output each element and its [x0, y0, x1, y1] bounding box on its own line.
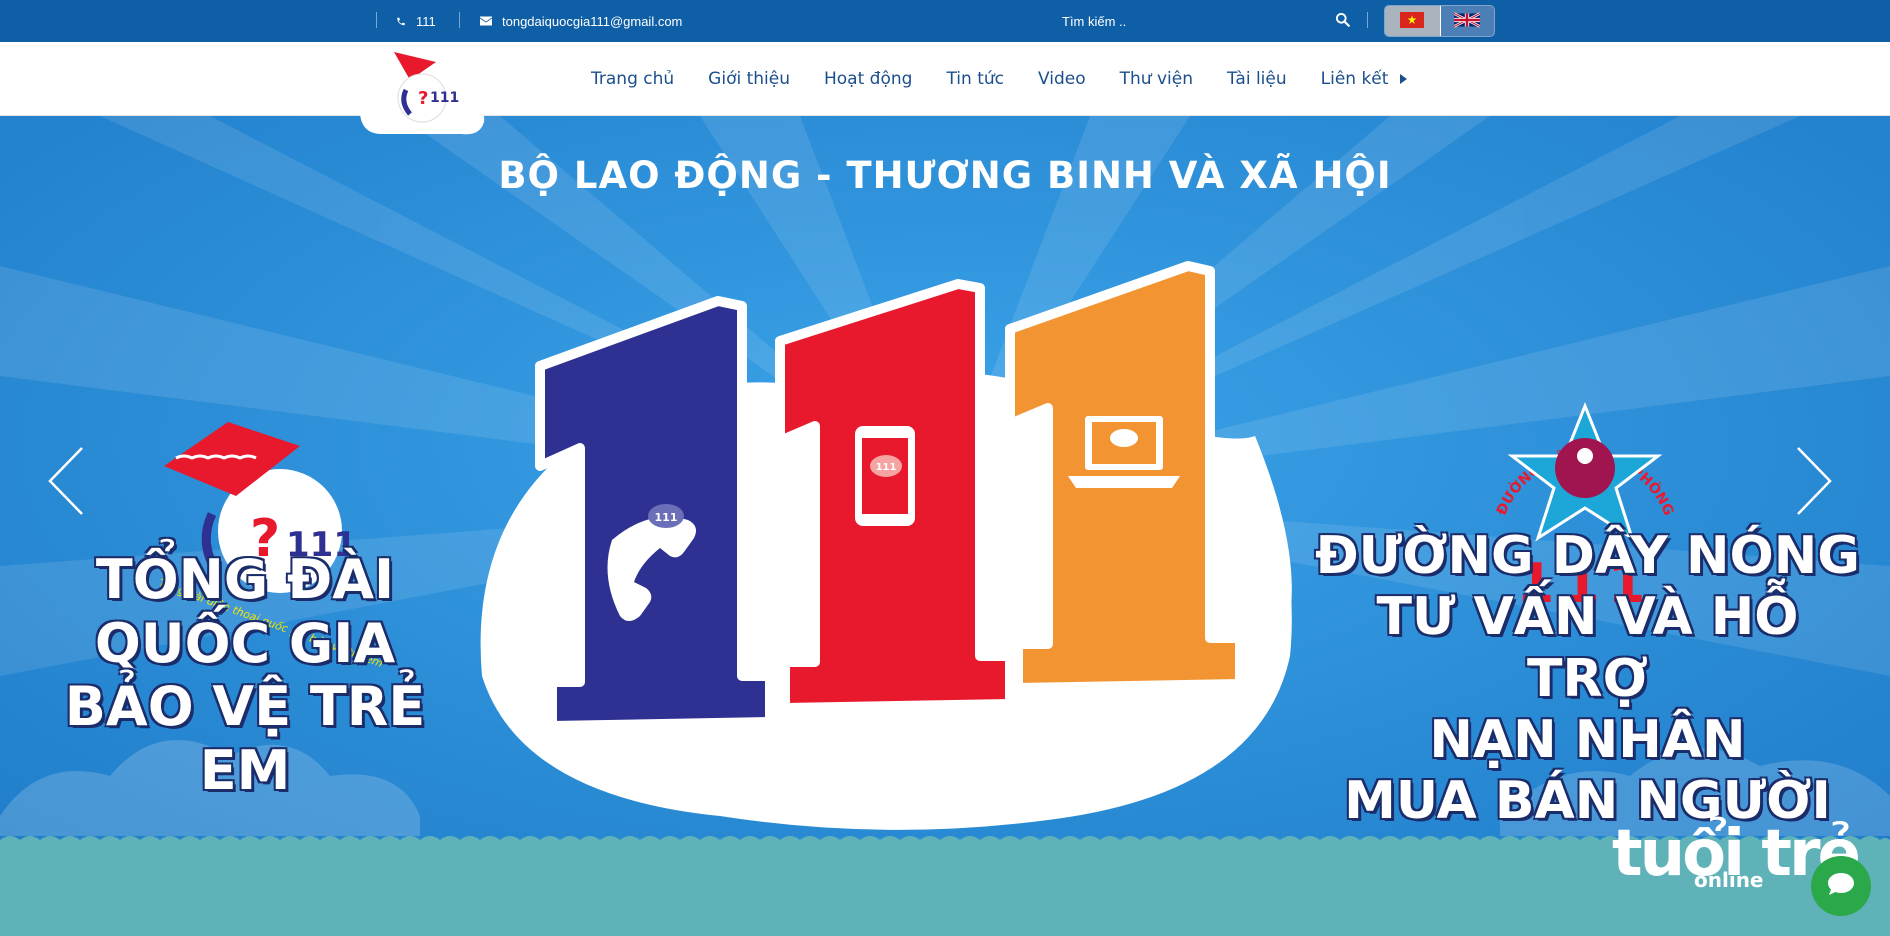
- watermark-subtext: online: [1694, 868, 1764, 892]
- site-logo[interactable]: ? 111: [352, 42, 492, 138]
- phone-icon: [396, 16, 406, 27]
- smartphone-icon: 111: [855, 426, 915, 526]
- svg-text:111: 111: [430, 90, 459, 106]
- nav-item-about[interactable]: Giới thiệu: [708, 69, 790, 89]
- svg-text:111: 111: [655, 511, 678, 524]
- right-slogan-line: NẠN NHÂN: [1429, 710, 1746, 771]
- left-slogan: TỔNG ĐÀI QUỐC GIA BẢO VỆ TRẺ EM: [30, 548, 460, 803]
- phone-contact[interactable]: 111: [396, 0, 436, 42]
- right-slogan-line: TƯ VẤN VÀ HỖ TRỢ: [1376, 587, 1799, 709]
- nav-item-activities[interactable]: Hoạt động: [824, 69, 912, 89]
- topbar-divider: [1367, 12, 1368, 28]
- search-input[interactable]: [1052, 8, 1322, 34]
- ministry-title: BỘ LAO ĐỘNG - THƯƠNG BINH VÀ XÃ HỘI: [498, 154, 1392, 197]
- top-bar: 111 tongdaiquocgia111@gmail.com: [0, 0, 1890, 42]
- left-slogan-line: BẢO VỆ TRẺ EM: [64, 675, 426, 803]
- nav-item-links-label: Liên kết: [1320, 69, 1389, 89]
- search-button[interactable]: [1330, 9, 1354, 33]
- uk-flag-icon: [1453, 11, 1481, 31]
- chat-button[interactable]: [1811, 856, 1871, 916]
- right-slogan: ĐƯỜNG DÂY NÓNG TƯ VẤN VÀ HỖ TRỢ NẠN NHÂN…: [1310, 526, 1865, 833]
- chevron-left-icon: [46, 447, 86, 520]
- envelope-icon: [480, 16, 492, 26]
- nav-item-library[interactable]: Thư viện: [1120, 69, 1193, 89]
- slider-prev-button[interactable]: [46, 446, 86, 516]
- svg-text:111: 111: [876, 462, 897, 473]
- slider-next-button[interactable]: [1794, 446, 1834, 516]
- phone-number: 111: [416, 13, 436, 29]
- nav-item-news[interactable]: Tin tức: [946, 69, 1004, 89]
- nav-item-links[interactable]: Liên kết: [1321, 69, 1408, 89]
- nav-item-home[interactable]: Trang chủ: [591, 69, 674, 89]
- nav-item-documents[interactable]: Tài liệu: [1227, 69, 1287, 89]
- chat-bubble-icon: [1826, 871, 1856, 902]
- topbar-divider: [459, 12, 460, 28]
- right-slogan-line: ĐƯỜNG DÂY NÓNG: [1315, 526, 1860, 586]
- language-vietnamese[interactable]: [1385, 6, 1440, 36]
- email-address: tongdaiquocgia111@gmail.com: [502, 13, 683, 29]
- caret-right-icon: [1400, 69, 1408, 89]
- nav-item-video[interactable]: Video: [1038, 69, 1086, 89]
- chevron-right-icon: [1794, 447, 1834, 520]
- main-menu: Trang chủ Giới thiệu Hoạt động Tin tức V…: [591, 42, 1441, 116]
- search-icon: [1335, 12, 1350, 30]
- vi-flag-icon: [1399, 11, 1425, 31]
- language-switcher: [1384, 5, 1495, 37]
- left-slogan-line: QUỐC GIA: [94, 611, 396, 675]
- hero-slider: 111 111 ? 111 Tổng đài điện thoại quốc g…: [0, 116, 1890, 936]
- topbar-divider: [376, 12, 377, 28]
- language-english[interactable]: [1439, 6, 1495, 36]
- left-slogan-line: TỔNG ĐÀI: [95, 548, 395, 611]
- email-contact[interactable]: tongdaiquocgia111@gmail.com: [480, 0, 682, 42]
- svg-text:?: ?: [418, 88, 428, 109]
